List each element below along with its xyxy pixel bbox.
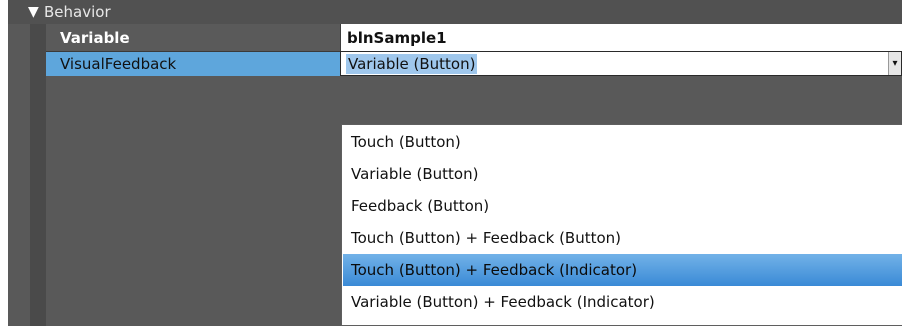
section-header-behavior[interactable]: ▼ Behavior [8,0,902,24]
dropdown-option[interactable]: Touch (Button) + Feedback (Button) [343,222,902,254]
combobox-selected-value: Variable (Button) [346,53,478,74]
property-row-variable[interactable]: Variable blnSample1 [46,24,902,51]
dropdown-option[interactable]: Touch (Button) [343,126,902,158]
property-label: Variable [60,28,130,47]
dropdown-option[interactable]: Variable (Button) + Feedback (Indicator) [343,286,902,318]
dropdown-option[interactable]: Variable (Button) [343,158,902,190]
dropdown-arrow-icon[interactable]: ▾ [888,52,901,75]
panel-edge [0,0,8,326]
property-value-field[interactable]: blnSample1 [340,24,902,51]
indent-column [30,24,46,326]
dropdown-options: Touch (Button) Variable (Button) Feedback … [343,126,902,318]
property-label: VisualFeedback [46,51,340,76]
visualfeedback-dropdown-list[interactable]: Touch (Button) Variable (Button) Feedback … [341,124,902,326]
property-row-visualfeedback[interactable]: VisualFeedback Variable (Button) ▾ [46,51,902,76]
dropdown-option[interactable]: Feedback (Button) [343,190,902,222]
property-grid: ▼ Behavior Variable blnSample1 VisualFee… [0,0,902,326]
section-title: Behavior [44,3,111,21]
collapse-caret-icon[interactable]: ▼ [28,2,39,22]
dropdown-option[interactable]: Touch (Button) + Feedback (Indicator) [343,254,902,286]
visualfeedback-combobox[interactable]: Variable (Button) ▾ [340,51,902,76]
